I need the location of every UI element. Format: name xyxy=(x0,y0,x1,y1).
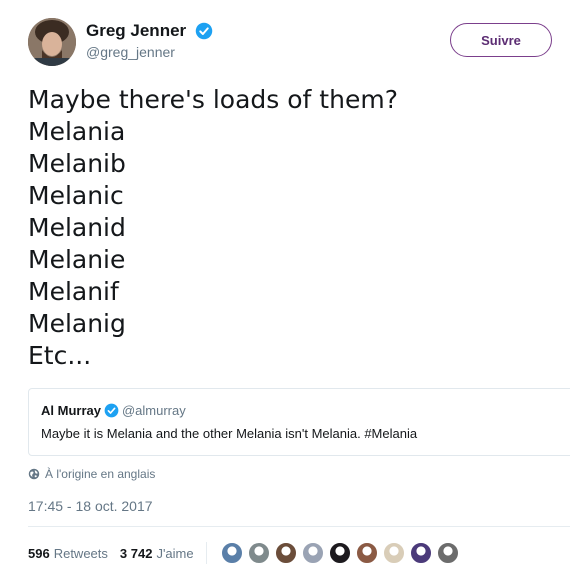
tweet-line: Melanie xyxy=(28,245,126,274)
liker-avatar[interactable] xyxy=(247,542,270,564)
translation-note[interactable]: À l'origine en anglais xyxy=(28,467,155,481)
quoted-tweet[interactable]: Al Murray @almurray Maybe it is Melania a… xyxy=(28,388,570,456)
quoted-tweet-text: Maybe it is Melania and the other Melani… xyxy=(41,426,418,441)
tweet-line: Melania xyxy=(28,117,126,146)
tweet-line: Maybe there's loads of them? xyxy=(28,85,398,114)
follow-button[interactable]: Suivre xyxy=(450,23,552,57)
retweets-count[interactable]: 596 xyxy=(28,546,50,561)
quoted-tweet-header: Al Murray @almurray xyxy=(41,403,561,419)
author-name[interactable]: Greg Jenner xyxy=(86,20,186,42)
liker-avatar[interactable] xyxy=(301,542,324,564)
divider xyxy=(28,526,570,527)
quoted-author-name: Al Murray xyxy=(41,403,101,418)
verified-badge-icon xyxy=(104,403,119,418)
liker-avatars xyxy=(220,542,464,564)
liker-avatar[interactable] xyxy=(274,542,297,564)
liker-avatar[interactable] xyxy=(436,542,459,564)
liker-avatar[interactable] xyxy=(382,542,405,564)
tweet-line: Etc... xyxy=(28,341,92,370)
quoted-author-handle: @almurray xyxy=(121,403,186,418)
tweet-text: Maybe there's loads of them? Melania Mel… xyxy=(28,84,548,372)
retweets-label[interactable]: Retweets xyxy=(54,546,108,561)
stats-divider xyxy=(205,542,207,564)
avatar[interactable] xyxy=(28,18,76,66)
author-block: Greg Jenner @greg_jenner xyxy=(86,20,213,60)
tweet-stats: 596 Retweets 3 742 J'aime xyxy=(28,542,464,564)
tweet-line: Melanig xyxy=(28,309,126,338)
author-handle[interactable]: @greg_jenner xyxy=(86,44,213,60)
translation-label: À l'origine en anglais xyxy=(45,467,156,481)
liker-avatar[interactable] xyxy=(220,542,243,564)
liker-avatar[interactable] xyxy=(355,542,378,564)
tweet-line: Melanic xyxy=(28,181,124,210)
likes-label[interactable]: J'aime xyxy=(156,546,193,561)
likes-count[interactable]: 3 742 xyxy=(120,546,153,561)
tweet-line: Melanib xyxy=(28,149,126,178)
tweet-header: Greg Jenner @greg_jenner Suivre xyxy=(28,18,558,68)
tweet-line: Melanif xyxy=(28,277,119,306)
timestamp[interactable]: 17:45 - 18 oct. 2017 xyxy=(28,498,153,514)
liker-avatar[interactable] xyxy=(328,542,351,564)
tweet-line: Melanid xyxy=(28,213,126,242)
globe-icon xyxy=(28,468,40,480)
liker-avatar[interactable] xyxy=(409,542,432,564)
verified-badge-icon xyxy=(195,22,212,40)
